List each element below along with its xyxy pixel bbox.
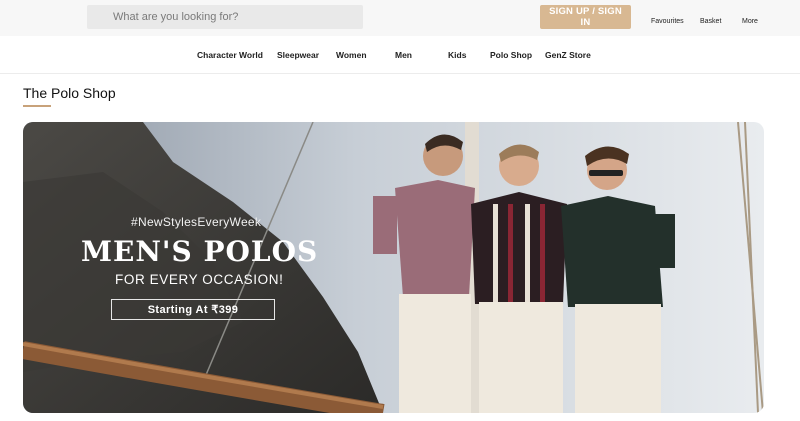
nav-item-kids[interactable]: Kids (448, 50, 466, 60)
favourites-link[interactable]: Favourites (651, 18, 684, 25)
promo-banner[interactable]: #NewStylesEveryWeek MEN'S POLOS FOR EVER… (23, 122, 764, 413)
nav-item-sleepwear[interactable]: Sleepwear (277, 50, 319, 60)
banner-price-tag: Starting At ₹399 (111, 299, 275, 320)
category-nav: Character World Sleepwear Women Men Kids… (0, 36, 800, 74)
banner-hashtag: #NewStylesEveryWeek (131, 215, 262, 229)
nav-item-women[interactable]: Women (336, 50, 367, 60)
nav-item-men[interactable]: Men (395, 50, 412, 60)
more-link[interactable]: More (742, 18, 758, 25)
banner-headline: MEN'S POLOS (81, 235, 319, 268)
signin-button[interactable]: SIGN UP / SIGN IN (540, 5, 631, 29)
search-input[interactable] (111, 10, 345, 24)
nav-item-character-world[interactable]: Character World (197, 50, 263, 60)
search-bar[interactable] (87, 5, 363, 29)
title-underline (23, 105, 51, 107)
banner-subline: FOR EVERY OCCASION! (115, 272, 284, 287)
basket-link[interactable]: Basket (700, 18, 721, 25)
nav-item-genz-store[interactable]: GenZ Store (545, 50, 591, 60)
top-bar: SIGN UP / SIGN IN Favourites Basket More (0, 0, 800, 36)
nav-item-polo-shop[interactable]: Polo Shop (490, 50, 532, 60)
section-title: The Polo Shop (23, 85, 116, 101)
